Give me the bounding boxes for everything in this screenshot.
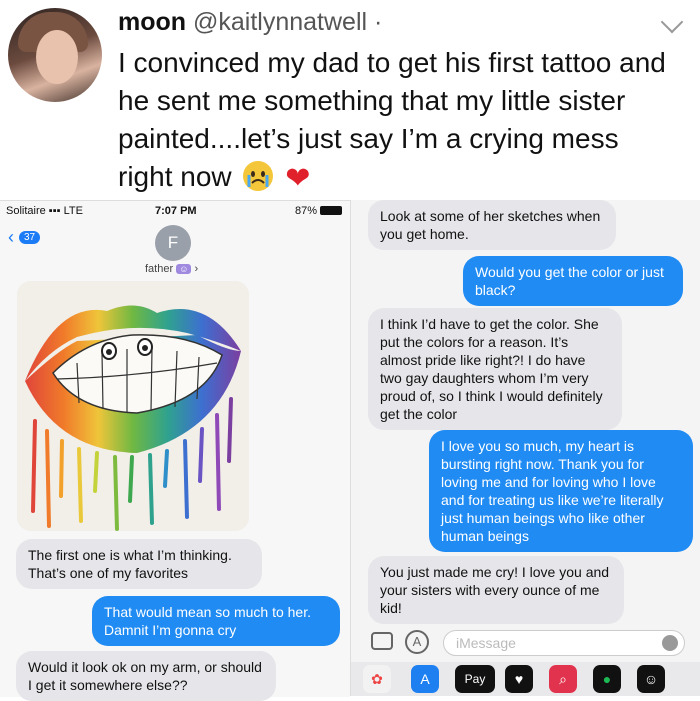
imessage-input[interactable]: iMessage: [443, 630, 685, 656]
message-sent-3: I love you so much, my heart is bursting…: [429, 430, 693, 552]
status-left: Solitaire ▪▪▪ LTE: [6, 205, 83, 217]
author-name: moon: [118, 8, 187, 36]
left-phone-screenshot: Solitaire ▪▪▪ LTE 7:07 PM 87% ‹ 37 F fat…: [0, 200, 350, 701]
camera-icon[interactable]: [371, 632, 393, 650]
tweet-author[interactable]: moon @kaitlynnatwell ·: [118, 8, 382, 37]
message-received-4: I think I’d have to get the color. She p…: [368, 308, 622, 430]
crying-face-emoji-icon: [243, 161, 274, 191]
battery-percent: 87%: [294, 205, 317, 217]
contact-badge-icon: ☺: [176, 264, 192, 274]
rainbow-lips-painting[interactable]: [17, 281, 249, 531]
chevron-down-icon[interactable]: [660, 10, 684, 34]
microphone-icon[interactable]: [662, 635, 678, 651]
tweet-text: I convinced my dad to get his first tatt…: [118, 44, 678, 198]
contact-name-label: father: [145, 263, 174, 275]
app-drawer: ✿ A Pay ♥ ⌕ ● ☺: [351, 662, 700, 696]
contact-avatar[interactable]: F: [155, 225, 191, 261]
digital-touch-icon[interactable]: ♥: [505, 665, 533, 693]
photos-app-icon[interactable]: ✿: [363, 665, 391, 693]
tweet-body: I convinced my dad to get his first tatt…: [118, 47, 666, 192]
apple-pay-label: Pay: [464, 672, 486, 686]
imessage-placeholder: iMessage: [456, 635, 516, 651]
avatar[interactable]: [8, 8, 102, 102]
message-received-3: Look at some of her sketches when you ge…: [368, 200, 616, 250]
message-sent-1: That would mean so much to her. Damnit I…: [92, 596, 340, 646]
back-to-app-label: Solitaire: [6, 205, 46, 217]
message-received-5: You just made me cry! I love you and you…: [368, 556, 624, 624]
message-received-2: Would it look ok on my arm, or should I …: [16, 651, 276, 701]
message-received-1: The first one is what I’m thinking. That…: [16, 539, 262, 589]
unread-count: 37: [19, 231, 41, 244]
apple-pay-icon[interactable]: Pay: [455, 665, 495, 693]
message-input-bar: A iMessage: [351, 628, 700, 658]
network-label: LTE: [63, 205, 83, 217]
battery-icon: [320, 206, 342, 215]
status-time: 7:07 PM: [155, 205, 197, 217]
author-handle: @kaitlynnatwell: [193, 8, 368, 36]
game-app-icon[interactable]: ☺: [637, 665, 665, 693]
app-store-app-icon[interactable]: A: [411, 665, 439, 693]
right-phone-screenshot: Look at some of her sketches when you ge…: [350, 200, 700, 696]
status-right: 87%: [295, 205, 342, 217]
separator-dot: ·: [374, 8, 383, 36]
status-bar: Solitaire ▪▪▪ LTE 7:07 PM 87%: [0, 201, 350, 221]
tweet-header: moon @kaitlynnatwell · I convinced my da…: [0, 0, 700, 200]
app-store-icon[interactable]: A: [405, 630, 429, 654]
red-heart-emoji-icon: ❤: [285, 162, 311, 195]
avatar-face: [36, 30, 78, 84]
back-button[interactable]: ‹ 37: [8, 227, 41, 248]
image-search-icon[interactable]: ⌕: [549, 665, 577, 693]
spotify-app-icon[interactable]: ●: [593, 665, 621, 693]
contact-name[interactable]: father ☺ ›: [145, 263, 198, 275]
message-sent-2: Would you get the color or just black?: [463, 256, 683, 306]
